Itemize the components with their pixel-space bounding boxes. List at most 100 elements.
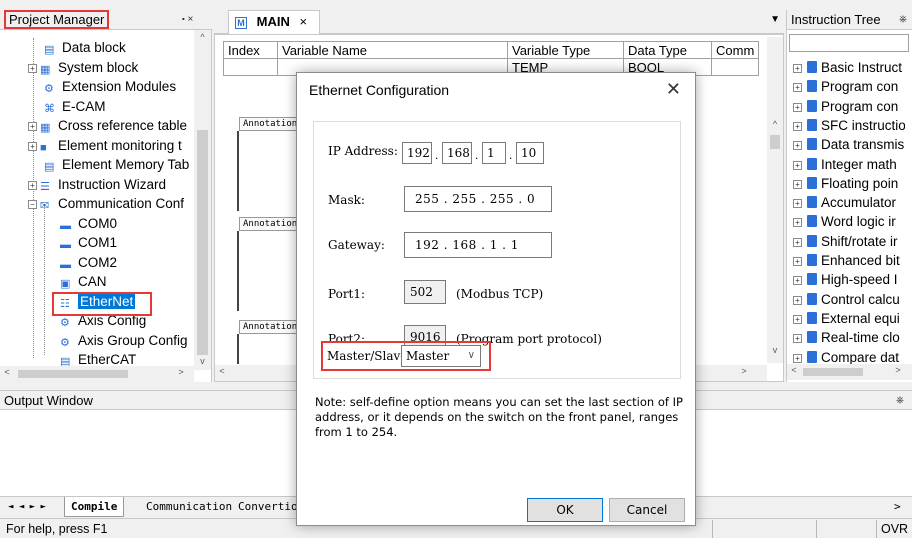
tree-item[interactable]: ▤ Data block bbox=[44, 38, 126, 58]
cell-index[interactable] bbox=[223, 58, 278, 76]
tree-item[interactable]: ⚙ Axis Group Config bbox=[60, 331, 188, 351]
expand-icon[interactable]: + bbox=[793, 199, 802, 209]
scroll-left-arrow-icon[interactable]: < bbox=[217, 366, 227, 376]
master-slave-select[interactable]: Master ∨ bbox=[401, 345, 481, 367]
cancel-button[interactable]: Cancel bbox=[609, 498, 685, 522]
instruction-item[interactable]: + Accumulator bbox=[793, 193, 905, 212]
scroll-right-arrow-icon[interactable]: > bbox=[893, 365, 903, 375]
instruction-hscrollbar[interactable]: < > bbox=[787, 364, 912, 380]
instruction-item[interactable]: + External equi bbox=[793, 309, 905, 328]
tab-compile[interactable]: Compile bbox=[64, 497, 125, 517]
col-index[interactable]: Index bbox=[223, 41, 278, 59]
hscroll-thumb[interactable] bbox=[18, 370, 128, 378]
instruction-search-input[interactable] bbox=[789, 34, 909, 52]
project-tree-scrollbar[interactable]: ^ v bbox=[194, 30, 211, 370]
ip-octet-4-input[interactable]: 10 bbox=[516, 142, 544, 164]
instruction-item[interactable]: + High-speed I bbox=[793, 270, 905, 289]
tree-item[interactable]: ⌘ E-CAM bbox=[44, 97, 106, 117]
ip-octet-3-input[interactable]: 1 bbox=[482, 142, 506, 164]
communication-icon: ✉ bbox=[40, 200, 50, 212]
expand-icon[interactable]: + bbox=[793, 218, 802, 228]
expand-icon[interactable]: + bbox=[793, 83, 802, 93]
scroll-right-arrow-icon[interactable]: > bbox=[176, 367, 186, 377]
tree-item[interactable]: + ▦ System block bbox=[28, 58, 138, 78]
ok-button[interactable]: OK bbox=[527, 498, 603, 522]
tree-item[interactable]: ▬ COM2 bbox=[60, 253, 117, 273]
scroll-down-arrow-icon[interactable]: v bbox=[194, 356, 211, 366]
tree-item[interactable]: + ☰ Instruction Wizard bbox=[28, 175, 166, 195]
expand-icon[interactable]: + bbox=[28, 122, 37, 131]
status-pane bbox=[712, 520, 816, 538]
scroll-up-arrow-icon[interactable]: ^ bbox=[194, 32, 211, 42]
instruction-item[interactable]: + Word logic ir bbox=[793, 212, 905, 231]
close-icon[interactable]: ✕ bbox=[666, 79, 681, 100]
instruction-item[interactable]: + Program con bbox=[793, 97, 905, 116]
tab-nav-arrows-icon[interactable]: ◄ ◄ ► ► bbox=[2, 497, 52, 517]
expand-icon[interactable]: + bbox=[793, 276, 802, 286]
expand-icon[interactable]: + bbox=[793, 353, 802, 363]
gateway-input[interactable]: 192 . 168 . 1 . 1 bbox=[404, 232, 552, 258]
instruction-item[interactable]: + Integer math bbox=[793, 155, 905, 174]
ip-octet-2-input[interactable]: 168 bbox=[442, 142, 472, 164]
tree-item[interactable]: ▣ CAN bbox=[60, 272, 107, 292]
expand-icon[interactable]: + bbox=[793, 179, 802, 189]
instruction-item[interactable]: + Enhanced bit bbox=[793, 251, 905, 270]
tab-communication[interactable]: Communication bbox=[140, 497, 238, 517]
instruction-item[interactable]: + Program con bbox=[793, 77, 905, 96]
col-data-type[interactable]: Data Type bbox=[623, 41, 712, 59]
pin-close-icon[interactable]: ⬝ × bbox=[182, 10, 193, 30]
tree-item[interactable]: ▤ Element Memory Tab bbox=[44, 155, 189, 175]
expand-icon[interactable]: + bbox=[793, 314, 802, 324]
tab-close-icon[interactable]: × bbox=[299, 14, 307, 29]
tree-item[interactable]: ⚙ Extension Modules bbox=[44, 77, 176, 97]
tree-item[interactable]: − ✉ Communication Conf bbox=[28, 194, 184, 214]
expand-icon[interactable]: + bbox=[793, 295, 802, 305]
can-icon: ▣ bbox=[60, 278, 71, 290]
hscroll-thumb[interactable] bbox=[803, 368, 863, 376]
cell-comment[interactable] bbox=[710, 58, 760, 76]
scroll-down-arrow-icon[interactable]: v bbox=[767, 345, 783, 355]
scroll-up-arrow-icon[interactable]: ^ bbox=[767, 119, 783, 129]
scroll-right-arrow-icon[interactable]: > bbox=[888, 497, 907, 517]
instruction-item[interactable]: + Basic Instruct bbox=[793, 58, 905, 77]
instruction-item[interactable]: + SFC instructio bbox=[793, 116, 905, 135]
tree-item[interactable]: + ■ Element monitoring t bbox=[28, 136, 182, 156]
tree-item[interactable]: ▬ COM0 bbox=[60, 214, 117, 234]
port1-label: Port1: bbox=[328, 287, 366, 301]
expand-icon[interactable]: + bbox=[793, 160, 802, 170]
col-variable-type[interactable]: Variable Type bbox=[507, 41, 624, 59]
tree-item[interactable]: ▬ COM1 bbox=[60, 233, 117, 253]
scroll-left-arrow-icon[interactable]: < bbox=[2, 367, 12, 377]
expand-icon[interactable]: + bbox=[793, 64, 802, 73]
col-comment[interactable]: Comm bbox=[710, 41, 760, 59]
expand-icon[interactable]: + bbox=[28, 141, 37, 151]
instruction-item[interactable]: + Control calcu bbox=[793, 290, 905, 309]
expand-icon[interactable]: + bbox=[793, 141, 802, 151]
expand-icon[interactable]: + bbox=[28, 63, 37, 73]
project-tree-hscrollbar[interactable]: < > bbox=[0, 366, 194, 382]
editor-scrollbar[interactable]: ^ v bbox=[767, 37, 783, 363]
pin-icon[interactable]: ⎈ bbox=[896, 391, 904, 411]
ip-octet-1-input[interactable]: 192 bbox=[402, 142, 432, 164]
scroll-left-arrow-icon[interactable]: < bbox=[789, 365, 799, 375]
tab-main[interactable]: M MAIN × bbox=[228, 10, 320, 34]
tab-dropdown-icon[interactable]: ▼ bbox=[770, 14, 780, 25]
expand-icon[interactable]: + bbox=[793, 334, 802, 344]
tree-item[interactable]: + ▦ Cross reference table bbox=[28, 116, 187, 136]
collapse-icon[interactable]: − bbox=[28, 200, 37, 209]
instruction-item[interactable]: + Shift/rotate ir bbox=[793, 232, 905, 251]
instruction-item[interactable]: + Data transmis bbox=[793, 135, 905, 154]
pin-icon[interactable]: ⎈ bbox=[899, 10, 907, 30]
scroll-thumb[interactable] bbox=[197, 130, 208, 355]
expand-icon[interactable]: + bbox=[793, 102, 802, 112]
expand-icon[interactable]: + bbox=[793, 121, 802, 131]
instruction-item[interactable]: + Real-time clo bbox=[793, 328, 905, 347]
expand-icon[interactable]: + bbox=[793, 237, 802, 247]
editor-scroll-thumb[interactable] bbox=[770, 135, 780, 149]
col-variable-name[interactable]: Variable Name bbox=[277, 41, 508, 59]
expand-icon[interactable]: + bbox=[28, 180, 37, 190]
mask-input[interactable]: 255 . 255 . 255 . 0 bbox=[404, 186, 552, 212]
scroll-right-arrow-icon[interactable]: > bbox=[739, 366, 749, 376]
expand-icon[interactable]: + bbox=[793, 257, 802, 266]
instruction-item[interactable]: + Floating poin bbox=[793, 174, 905, 193]
